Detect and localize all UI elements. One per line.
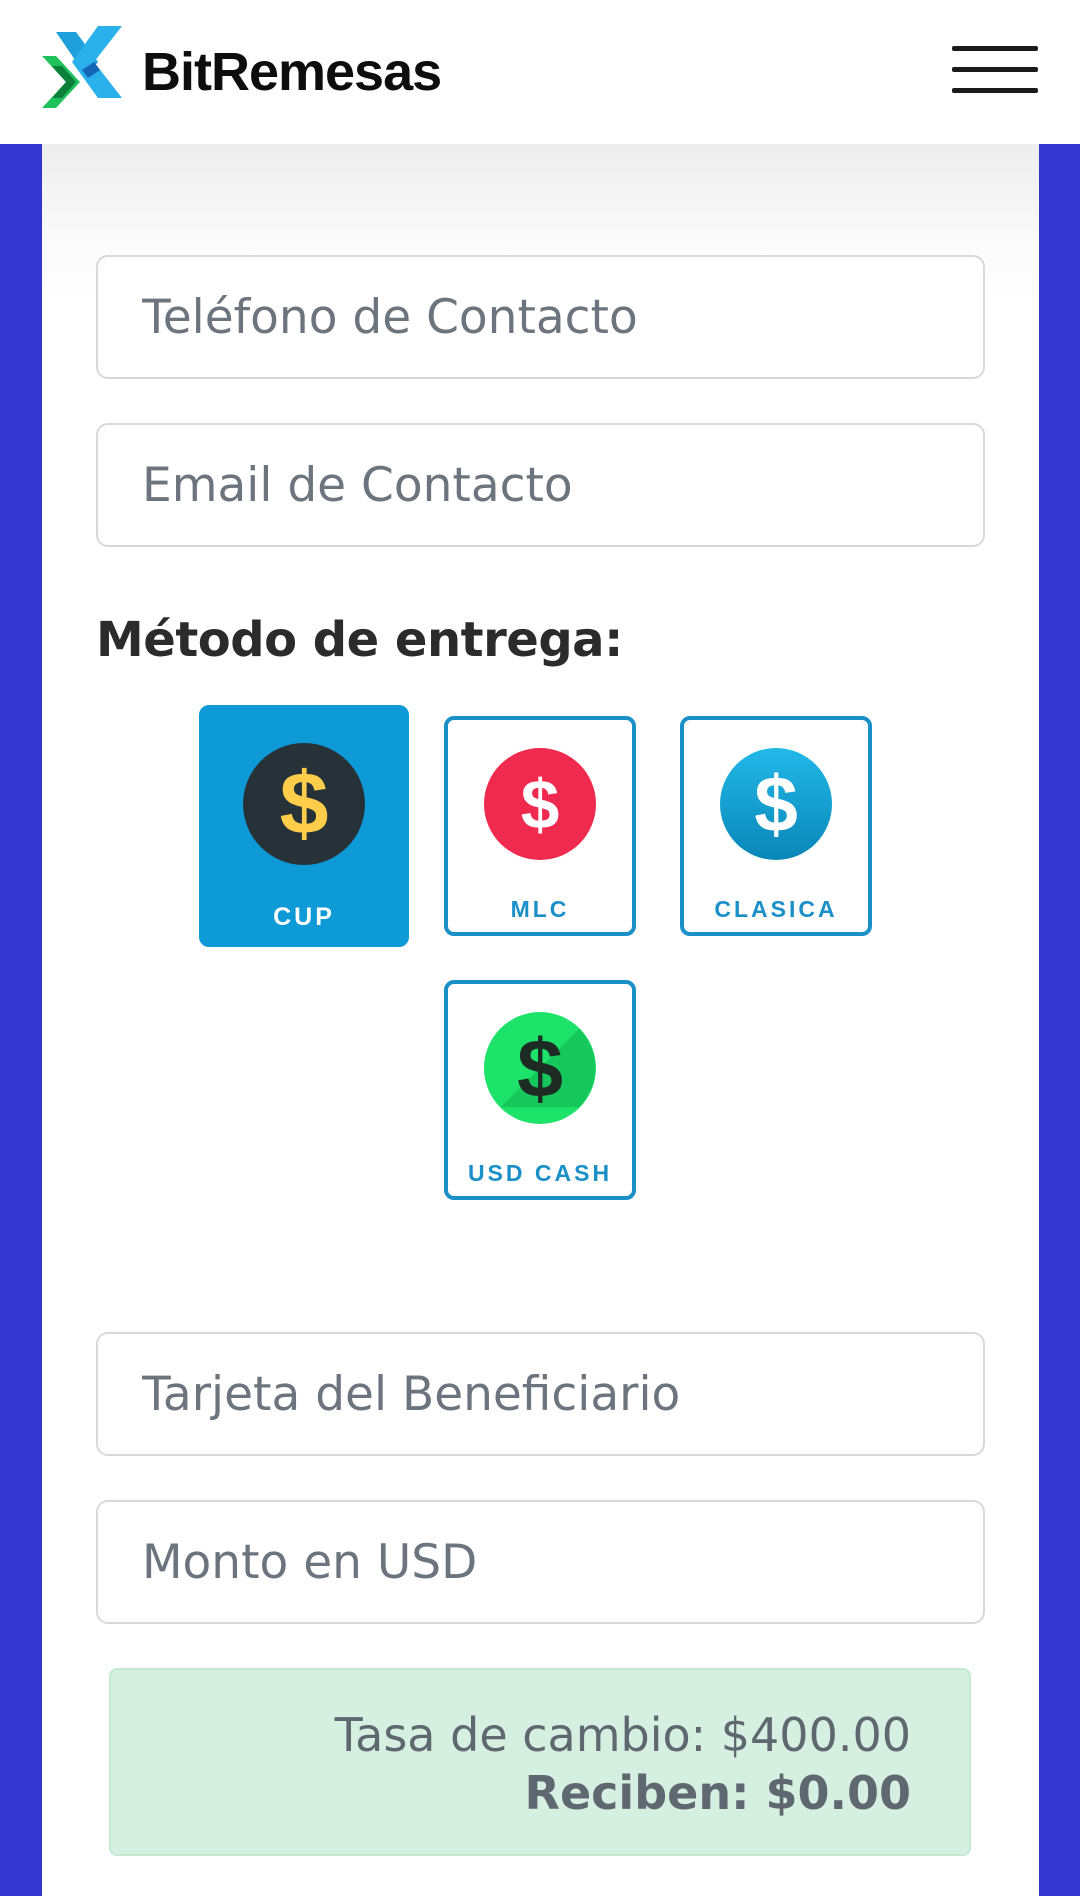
svg-text:$: $ bbox=[521, 766, 560, 844]
brand-name[interactable]: BitRemesas bbox=[142, 40, 442, 104]
dollar-coin-blue-icon: $ bbox=[720, 748, 832, 860]
contact-email-input[interactable] bbox=[96, 423, 985, 547]
delivery-option-clasica[interactable]: $ CLASICA bbox=[680, 716, 872, 936]
delivery-option-label: CUP bbox=[273, 903, 335, 931]
dollar-coin-red-icon: $ bbox=[484, 748, 596, 860]
top-navbar: BitRemesas bbox=[0, 0, 1080, 144]
delivery-option-label: MLC bbox=[510, 896, 570, 922]
svg-text:$: $ bbox=[754, 760, 798, 848]
dollar-coin-dark-icon: $ bbox=[243, 743, 365, 865]
delivery-option-label: CLASICA bbox=[714, 896, 838, 922]
exchange-rate-text: Tasa de cambio: $400.00 bbox=[334, 1708, 911, 1762]
svg-text:$: $ bbox=[280, 753, 329, 852]
bitremesas-logo-icon[interactable] bbox=[42, 26, 132, 114]
amount-usd-input[interactable] bbox=[96, 1500, 985, 1624]
delivery-method-label: Método de entrega: bbox=[96, 612, 623, 668]
hamburger-menu-icon[interactable] bbox=[952, 46, 1038, 94]
receive-amount-text: Reciben: $0.00 bbox=[524, 1766, 911, 1820]
delivery-option-label: USD CASH bbox=[467, 1160, 613, 1186]
beneficiary-card-input[interactable] bbox=[96, 1332, 985, 1456]
delivery-option-mlc[interactable]: $ MLC bbox=[444, 716, 636, 936]
contact-phone-input[interactable] bbox=[96, 255, 985, 379]
dollar-coin-green-icon: $ bbox=[484, 1012, 596, 1124]
exchange-rate-box: Tasa de cambio: $400.00 Reciben: $0.00 bbox=[109, 1668, 971, 1856]
delivery-option-usd-cash[interactable]: $ USD CASH bbox=[444, 980, 636, 1200]
svg-text:$: $ bbox=[517, 1022, 563, 1115]
delivery-option-cup[interactable]: $ CUP bbox=[199, 705, 409, 947]
